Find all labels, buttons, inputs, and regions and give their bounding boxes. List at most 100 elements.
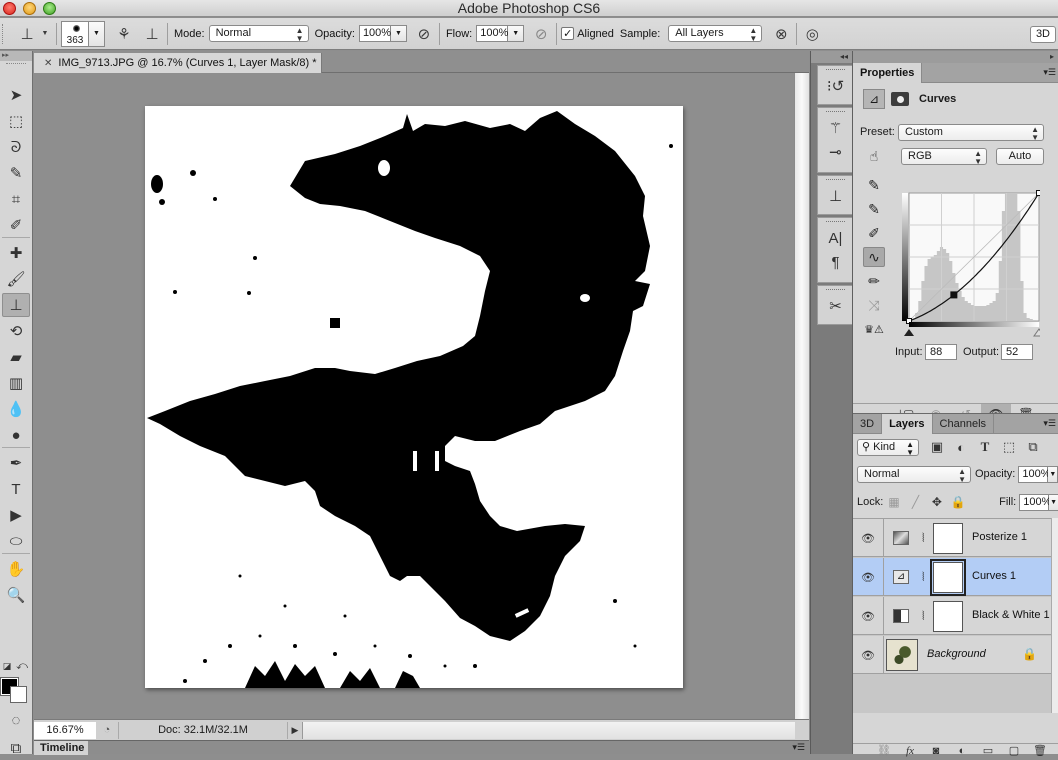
layer-opacity-field[interactable]: 100% bbox=[1018, 465, 1051, 483]
filter-type-icon[interactable]: T bbox=[973, 439, 997, 455]
zoom-level-field[interactable]: 16.67% bbox=[34, 721, 96, 739]
pressure-size-icon[interactable]: ◎ bbox=[801, 23, 823, 45]
layer-row-curves[interactable]: 👁 ⊿ ⦚ Curves 1 bbox=[853, 558, 1051, 596]
clipping-warning-icon[interactable]: ♛⚠ bbox=[863, 319, 885, 339]
add-mask-icon[interactable]: ◙ bbox=[923, 745, 949, 757]
link-layers-icon[interactable]: ⛓ bbox=[871, 744, 897, 757]
brush-icon[interactable]: ⊸ bbox=[818, 140, 853, 164]
curves-graph[interactable] bbox=[900, 189, 1045, 337]
panel-menu-icon[interactable]: ▾☰ bbox=[792, 742, 805, 753]
delete-layer-icon[interactable]: 🗑 bbox=[1027, 744, 1053, 757]
tab-layers[interactable]: Layers bbox=[882, 414, 933, 434]
options-bar-grip[interactable] bbox=[2, 23, 8, 44]
pen-tool[interactable]: ✒ bbox=[2, 451, 30, 475]
tab-3d[interactable]: 3D bbox=[853, 414, 883, 434]
visibility-eye-icon[interactable]: 👁 bbox=[853, 519, 884, 557]
horizontal-scrollbar[interactable] bbox=[302, 721, 795, 739]
document-tab[interactable]: ✕ IMG_9713.JPG @ 16.7% (Curves 1, Layer M… bbox=[34, 53, 322, 73]
curves-graph-svg[interactable] bbox=[900, 189, 1045, 337]
new-group-icon[interactable]: ▭ bbox=[975, 744, 1001, 757]
tool-presets-icon[interactable]: ✂ bbox=[818, 294, 853, 318]
blend-mode-select[interactable]: Normal ▲ ▼ bbox=[857, 465, 971, 483]
ignore-adjustment-layers-icon[interactable]: ⊗ bbox=[770, 23, 792, 45]
vertical-scrollbar[interactable] bbox=[794, 73, 809, 719]
channel-select[interactable]: RGB ▲ ▼ bbox=[901, 148, 987, 166]
eyedropper-tool[interactable]: ✐ bbox=[2, 213, 30, 237]
zoom-tool[interactable]: 🔍 bbox=[2, 583, 30, 607]
filter-pixel-icon[interactable]: ▣ bbox=[925, 439, 949, 455]
lock-all-icon[interactable]: 🔒 bbox=[948, 495, 969, 509]
curve-point-tool-icon[interactable]: ∿ bbox=[863, 247, 885, 267]
lock-transparent-icon[interactable]: ▦ bbox=[883, 495, 904, 509]
new-layer-icon[interactable]: ▢ bbox=[1001, 744, 1027, 757]
tools-panel-grip[interactable] bbox=[6, 63, 26, 71]
on-image-adjust-icon[interactable]: ☝ bbox=[863, 146, 885, 166]
clone-stamp-icon[interactable]: ⊥ bbox=[16, 23, 38, 45]
mode-select[interactable]: Normal ▲ ▼ bbox=[208, 25, 309, 43]
marquee-tool[interactable]: ⬚ bbox=[2, 109, 30, 133]
tool-preset-dropdown[interactable]: ▼ bbox=[38, 23, 52, 45]
filter-adjustment-icon[interactable]: ◐ bbox=[949, 440, 973, 455]
ellipse-tool[interactable]: ⬭ bbox=[2, 529, 30, 553]
layer-mask-thumbnail[interactable] bbox=[930, 559, 966, 596]
character-icon[interactable]: A| bbox=[818, 226, 853, 250]
move-tool[interactable]: ➤ bbox=[2, 83, 30, 107]
hand-tool[interactable]: ✋ bbox=[2, 557, 30, 581]
path-selection-tool[interactable]: ▶ bbox=[2, 503, 30, 527]
filter-shape-icon[interactable]: ⬚ bbox=[997, 439, 1021, 455]
tab-properties[interactable]: Properties bbox=[853, 63, 923, 83]
layer-row-posterize[interactable]: 👁 ⦚ Posterize 1 bbox=[853, 519, 1051, 557]
dodge-tool[interactable]: ● bbox=[2, 423, 30, 447]
history-icon[interactable]: ⁝↺ bbox=[818, 74, 853, 98]
collapse-dock-icon[interactable]: ◂◂ bbox=[811, 51, 852, 63]
gradient-tool[interactable]: ▥ bbox=[2, 371, 30, 395]
brush-presets-icon[interactable]: ⚚ bbox=[818, 116, 853, 140]
history-brush-tool[interactable]: ⟲ bbox=[2, 319, 30, 343]
sample-select[interactable]: All Layers ▲ ▼ bbox=[668, 25, 763, 43]
black-point-eyedropper-icon[interactable]: ✎ bbox=[863, 175, 885, 195]
opacity-field[interactable]: 100% bbox=[358, 25, 391, 42]
brush-preset-dropdown[interactable]: ▼ bbox=[89, 20, 105, 47]
new-adjustment-layer-icon[interactable]: ◐ bbox=[949, 745, 975, 757]
quick-mask-icon[interactable]: ◌ bbox=[2, 708, 30, 732]
panel-menu-icon[interactable]: ▾☰ bbox=[1043, 418, 1056, 429]
layer-mask-thumbnail[interactable] bbox=[933, 523, 963, 554]
clone-stamp-tool[interactable]: ⊥ bbox=[2, 293, 30, 317]
layers-scrollbar[interactable] bbox=[1051, 518, 1058, 713]
airbrush-icon[interactable]: ⊘ bbox=[530, 23, 552, 45]
gray-point-eyedropper-icon[interactable]: ✎ bbox=[863, 199, 885, 219]
quick-selection-tool[interactable]: ✎ bbox=[2, 161, 30, 185]
brush-panel-toggle-icon[interactable]: ⚘ bbox=[113, 23, 135, 45]
layer-style-icon[interactable]: fx bbox=[897, 745, 923, 757]
status-info-icon[interactable]: ◔ bbox=[96, 724, 118, 736]
type-tool[interactable]: T bbox=[2, 477, 30, 501]
filter-kind-select[interactable]: ⚲ Kind ▲ ▼ bbox=[857, 438, 919, 456]
aligned-checkbox[interactable]: ✓ bbox=[561, 27, 575, 40]
layer-mask-icon[interactable] bbox=[891, 92, 909, 106]
layer-mask-thumbnail[interactable] bbox=[933, 601, 963, 632]
clone-source-icon[interactable]: ⊥ bbox=[818, 184, 853, 208]
eraser-tool[interactable]: ▰ bbox=[2, 345, 30, 369]
input-field[interactable]: 88 bbox=[925, 344, 957, 360]
document-canvas[interactable] bbox=[145, 106, 683, 688]
crop-tool[interactable]: ⌗ bbox=[2, 187, 30, 211]
workspace-3d-button[interactable]: 3D bbox=[1029, 26, 1056, 43]
pencil-draw-icon[interactable]: ✏ bbox=[863, 271, 885, 291]
tools-panel-header[interactable]: ▸▸ bbox=[0, 51, 32, 61]
panel-menu-icon[interactable]: ▾☰ bbox=[1043, 67, 1056, 78]
layer-row-background[interactable]: 👁 Background 🔒 bbox=[853, 636, 1051, 674]
output-field[interactable]: 52 bbox=[1001, 344, 1033, 360]
opacity-dropdown[interactable]: ▼ bbox=[390, 25, 407, 42]
layer-opacity-dropdown[interactable]: ▼ bbox=[1048, 465, 1058, 483]
paragraph-icon[interactable]: ¶ bbox=[818, 250, 853, 274]
preset-select[interactable]: Custom ▲ ▼ bbox=[898, 124, 1044, 142]
status-menu-arrow-icon[interactable]: ▶ bbox=[288, 725, 302, 736]
screen-mode-icon[interactable]: ⧉ bbox=[2, 736, 30, 760]
fill-field[interactable]: 100% bbox=[1019, 493, 1051, 511]
default-colors-icon[interactable]: ◪ bbox=[0, 654, 14, 678]
spot-healing-tool[interactable]: ✚ bbox=[2, 241, 30, 265]
visibility-eye-icon[interactable]: 👁 bbox=[853, 558, 884, 596]
mask-link-icon[interactable]: ⦚ bbox=[922, 609, 925, 624]
smooth-curve-icon[interactable]: ⤨ bbox=[863, 295, 885, 315]
flow-dropdown[interactable]: ▼ bbox=[508, 25, 525, 42]
